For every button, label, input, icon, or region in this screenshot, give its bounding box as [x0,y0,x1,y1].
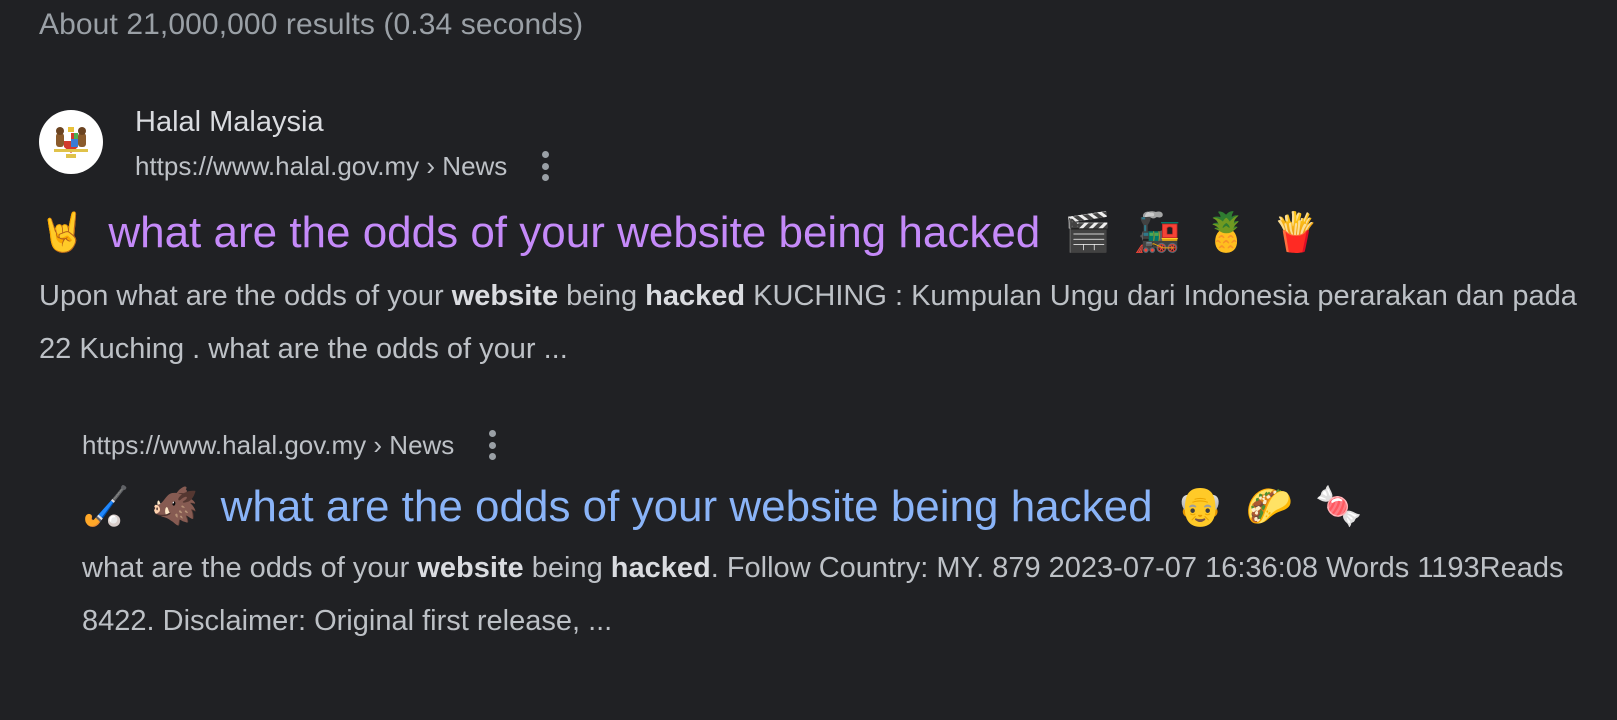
taco-emoji-icon: 🌮 [1245,486,1294,528]
boar-emoji-icon: 🐗 [151,486,199,528]
three-dots-vertical-icon[interactable] [482,430,502,460]
three-dots-vertical-icon[interactable] [535,151,555,181]
result-title-link[interactable]: what are the odds of your website being … [221,482,1153,532]
search-result-1: Halal Malaysia https://www.halal.gov.my … [39,100,1579,376]
french-fries-emoji-icon: 🍟 [1272,212,1320,254]
snippet-bold-term: website [451,280,559,312]
search-result-stats: About 21,000,000 results (0.34 seconds) [39,8,584,41]
search-result-2: https://www.halal.gov.my › News 🏑 🐗 what… [82,426,1602,648]
site-url[interactable]: https://www.halal.gov.my › News [135,147,507,185]
candy-emoji-icon: 🍬 [1315,486,1363,528]
locomotive-emoji-icon: 🚂 [1133,212,1181,254]
result-title-link[interactable]: what are the odds of your website being … [108,208,1040,258]
snippet-text: being [558,280,646,312]
site-name: Halal Malaysia [135,106,324,138]
field-hockey-emoji-icon: 🏑 [82,486,130,528]
snippet-text: being [523,552,611,584]
snippet-bold-term: hacked [610,552,711,584]
sign-of-horns-emoji-icon: 🤘 [39,212,87,254]
snippet-bold-term: hacked [645,280,746,312]
site-header[interactable]: Halal Malaysia https://www.halal.gov.my … [39,100,1579,188]
result-title-row: 🤘 what are the odds of your website bein… [39,200,1579,266]
pineapple-emoji-icon: 🍍 [1202,212,1251,254]
snippet-text: Upon what are the odds of your [39,280,452,312]
old-man-emoji-icon: 👴 [1176,486,1224,528]
result-snippet: what are the odds of your website being … [82,542,1602,648]
snippet-bold-term: website [417,552,524,584]
clapper-board-emoji-icon: 🎬 [1064,212,1112,254]
site-url[interactable]: https://www.halal.gov.my › News [82,426,454,464]
snippet-text: what are the odds of your [82,552,418,584]
result-snippet: Upon what are the odds of your website b… [39,270,1579,376]
malaysia-coat-of-arms-icon [39,110,103,174]
result-title-row: 🏑 🐗 what are the odds of your website be… [82,474,1602,540]
